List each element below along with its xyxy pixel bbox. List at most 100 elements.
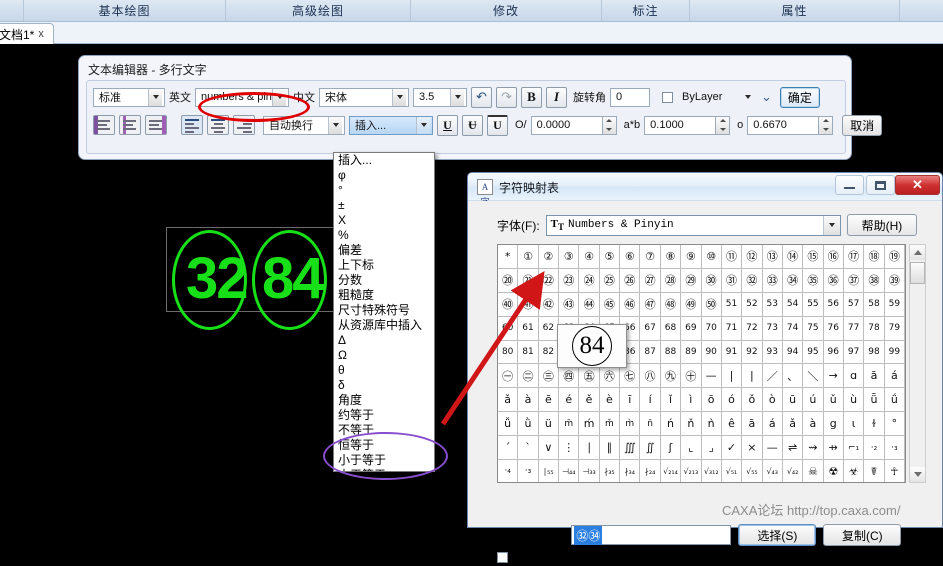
character-cell[interactable]: 72: [742, 316, 763, 341]
character-cell[interactable]: ㊵: [498, 292, 519, 317]
english-font-combo[interactable]: numbers & pin: [195, 87, 289, 107]
character-cell[interactable]: 93: [762, 340, 783, 365]
ribbon-tab-modify[interactable]: 修改: [411, 0, 602, 21]
chinese-font-combo[interactable]: 宋体: [319, 87, 409, 107]
character-cell[interactable]: ㉗: [640, 268, 661, 293]
character-cell[interactable]: g: [823, 412, 844, 437]
chevron-down-icon[interactable]: [822, 215, 840, 235]
character-cell[interactable]: á: [884, 364, 905, 389]
character-cell[interactable]: ㊂: [538, 364, 560, 389]
character-cell[interactable]: ⑳: [498, 268, 519, 293]
chevron-down-icon[interactable]: [148, 88, 162, 106]
character-cell[interactable]: 70: [701, 316, 722, 341]
insert-menu-item[interactable]: 偏差: [334, 243, 434, 258]
align-center-button[interactable]: [207, 115, 229, 135]
insert-menu-item[interactable]: δ: [334, 378, 434, 393]
chevron-down-icon[interactable]: [392, 88, 406, 106]
cancel-button[interactable]: 取消: [842, 114, 883, 136]
character-cell[interactable]: 95: [803, 340, 824, 365]
character-cell[interactable]: ∥: [599, 436, 621, 461]
character-cell[interactable]: ì: [681, 388, 702, 413]
character-cell[interactable]: ㊳: [864, 268, 885, 293]
character-cell[interactable]: ɑ: [843, 364, 865, 389]
character-cell[interactable]: 、: [782, 364, 804, 389]
character-cell[interactable]: 68: [660, 316, 682, 341]
insert-menu-item[interactable]: Δ: [334, 333, 434, 348]
character-cell[interactable]: 55: [803, 292, 824, 317]
align-vertical-bottom-button[interactable]: [145, 115, 167, 135]
character-cell[interactable]: í: [640, 388, 661, 413]
undo-icon[interactable]: ↶: [471, 86, 492, 108]
character-cell[interactable]: ㉚: [701, 268, 722, 293]
fraction-stepper[interactable]: [602, 115, 617, 135]
character-cell[interactable]: —: [762, 436, 783, 461]
character-cell[interactable]: ㉒: [538, 268, 560, 293]
character-cell[interactable]: m̌: [599, 412, 621, 437]
more-options-icon[interactable]: ⌄: [761, 89, 772, 105]
chevron-down-icon[interactable]: [416, 116, 430, 134]
character-cell[interactable]: ⑮: [803, 245, 824, 269]
character-cell[interactable]: √₄₂: [783, 460, 804, 482]
character-cell[interactable]: ō: [701, 388, 722, 413]
character-cell[interactable]: ㊷: [538, 292, 560, 317]
character-cell[interactable]: ·₃: [518, 460, 539, 482]
character-cell[interactable]: ⑲: [884, 245, 905, 269]
insert-menu-item[interactable]: Ω: [334, 348, 434, 363]
insert-menu-item[interactable]: 插入...: [334, 153, 434, 168]
character-cell[interactable]: |: [742, 364, 763, 389]
character-cell[interactable]: 53: [762, 292, 783, 317]
character-cell[interactable]: à: [518, 388, 539, 413]
character-cell[interactable]: ∤₃₅: [600, 460, 621, 482]
character-cell[interactable]: ā: [742, 412, 763, 437]
insert-menu-item[interactable]: 恒等于: [334, 438, 434, 453]
character-cell[interactable]: ⊣₄₄: [559, 460, 580, 482]
character-cell[interactable]: ī: [620, 388, 641, 413]
style-combo[interactable]: 标准: [93, 87, 165, 107]
character-cell[interactable]: 81: [518, 340, 539, 365]
character-cell[interactable]: é: [559, 388, 580, 413]
character-grid-scrollbar[interactable]: [909, 244, 926, 483]
character-cell[interactable]: ó: [721, 388, 743, 413]
character-cell[interactable]: √₅₁: [722, 460, 743, 482]
character-cell[interactable]: m̀: [620, 412, 641, 437]
character-cell[interactable]: ɩ: [843, 412, 865, 437]
character-cell[interactable]: 76: [823, 316, 844, 341]
character-cell[interactable]: 54: [782, 292, 804, 317]
insert-menu-item[interactable]: ±: [334, 198, 434, 213]
close-icon[interactable]: ✕: [895, 175, 940, 195]
character-cell[interactable]: ∭: [620, 436, 641, 461]
character-cell[interactable]: 51: [721, 292, 743, 317]
character-cell[interactable]: ǎ: [498, 388, 519, 413]
character-cell[interactable]: ㉙: [681, 268, 702, 293]
character-cell[interactable]: ⌟: [701, 436, 722, 461]
character-cell[interactable]: ∤₂₄: [640, 460, 661, 482]
character-cell[interactable]: n̄: [640, 412, 661, 437]
character-cell[interactable]: ě: [579, 388, 600, 413]
character-cell[interactable]: ㊿: [701, 292, 722, 317]
character-cell[interactable]: ☠: [803, 460, 824, 482]
character-cell[interactable]: ㊺: [599, 292, 621, 317]
copy-input[interactable]: ㉜㉞: [571, 525, 732, 545]
character-cell[interactable]: 69: [681, 316, 702, 341]
redo-icon[interactable]: ↷: [496, 86, 517, 108]
character-cell[interactable]: 78: [864, 316, 885, 341]
character-cell[interactable]: 58: [864, 292, 885, 317]
character-cell[interactable]: ⑦: [640, 245, 661, 269]
insert-menu-item[interactable]: 不等于: [334, 423, 434, 438]
align-vertical-top-button[interactable]: [93, 115, 115, 135]
ab-stepper[interactable]: [716, 115, 731, 135]
underline-button[interactable]: U: [437, 114, 458, 136]
character-cell[interactable]: ḿ: [579, 412, 600, 437]
character-cell[interactable]: ㊱: [823, 268, 844, 293]
character-cell[interactable]: ē: [538, 388, 560, 413]
insert-menu-item[interactable]: θ: [334, 363, 434, 378]
character-cell[interactable]: ㊲: [843, 268, 865, 293]
scroll-down-icon[interactable]: [910, 467, 925, 482]
character-cell[interactable]: 57: [843, 292, 865, 317]
character-cell[interactable]: ú: [803, 388, 824, 413]
character-cell[interactable]: 62: [538, 316, 560, 341]
character-cell[interactable]: ✓: [721, 436, 743, 461]
character-cell[interactable]: *: [498, 245, 519, 269]
character-map-titlebar[interactable]: A字 字符映射表 ✕: [468, 173, 942, 207]
character-cell[interactable]: 74: [782, 316, 804, 341]
